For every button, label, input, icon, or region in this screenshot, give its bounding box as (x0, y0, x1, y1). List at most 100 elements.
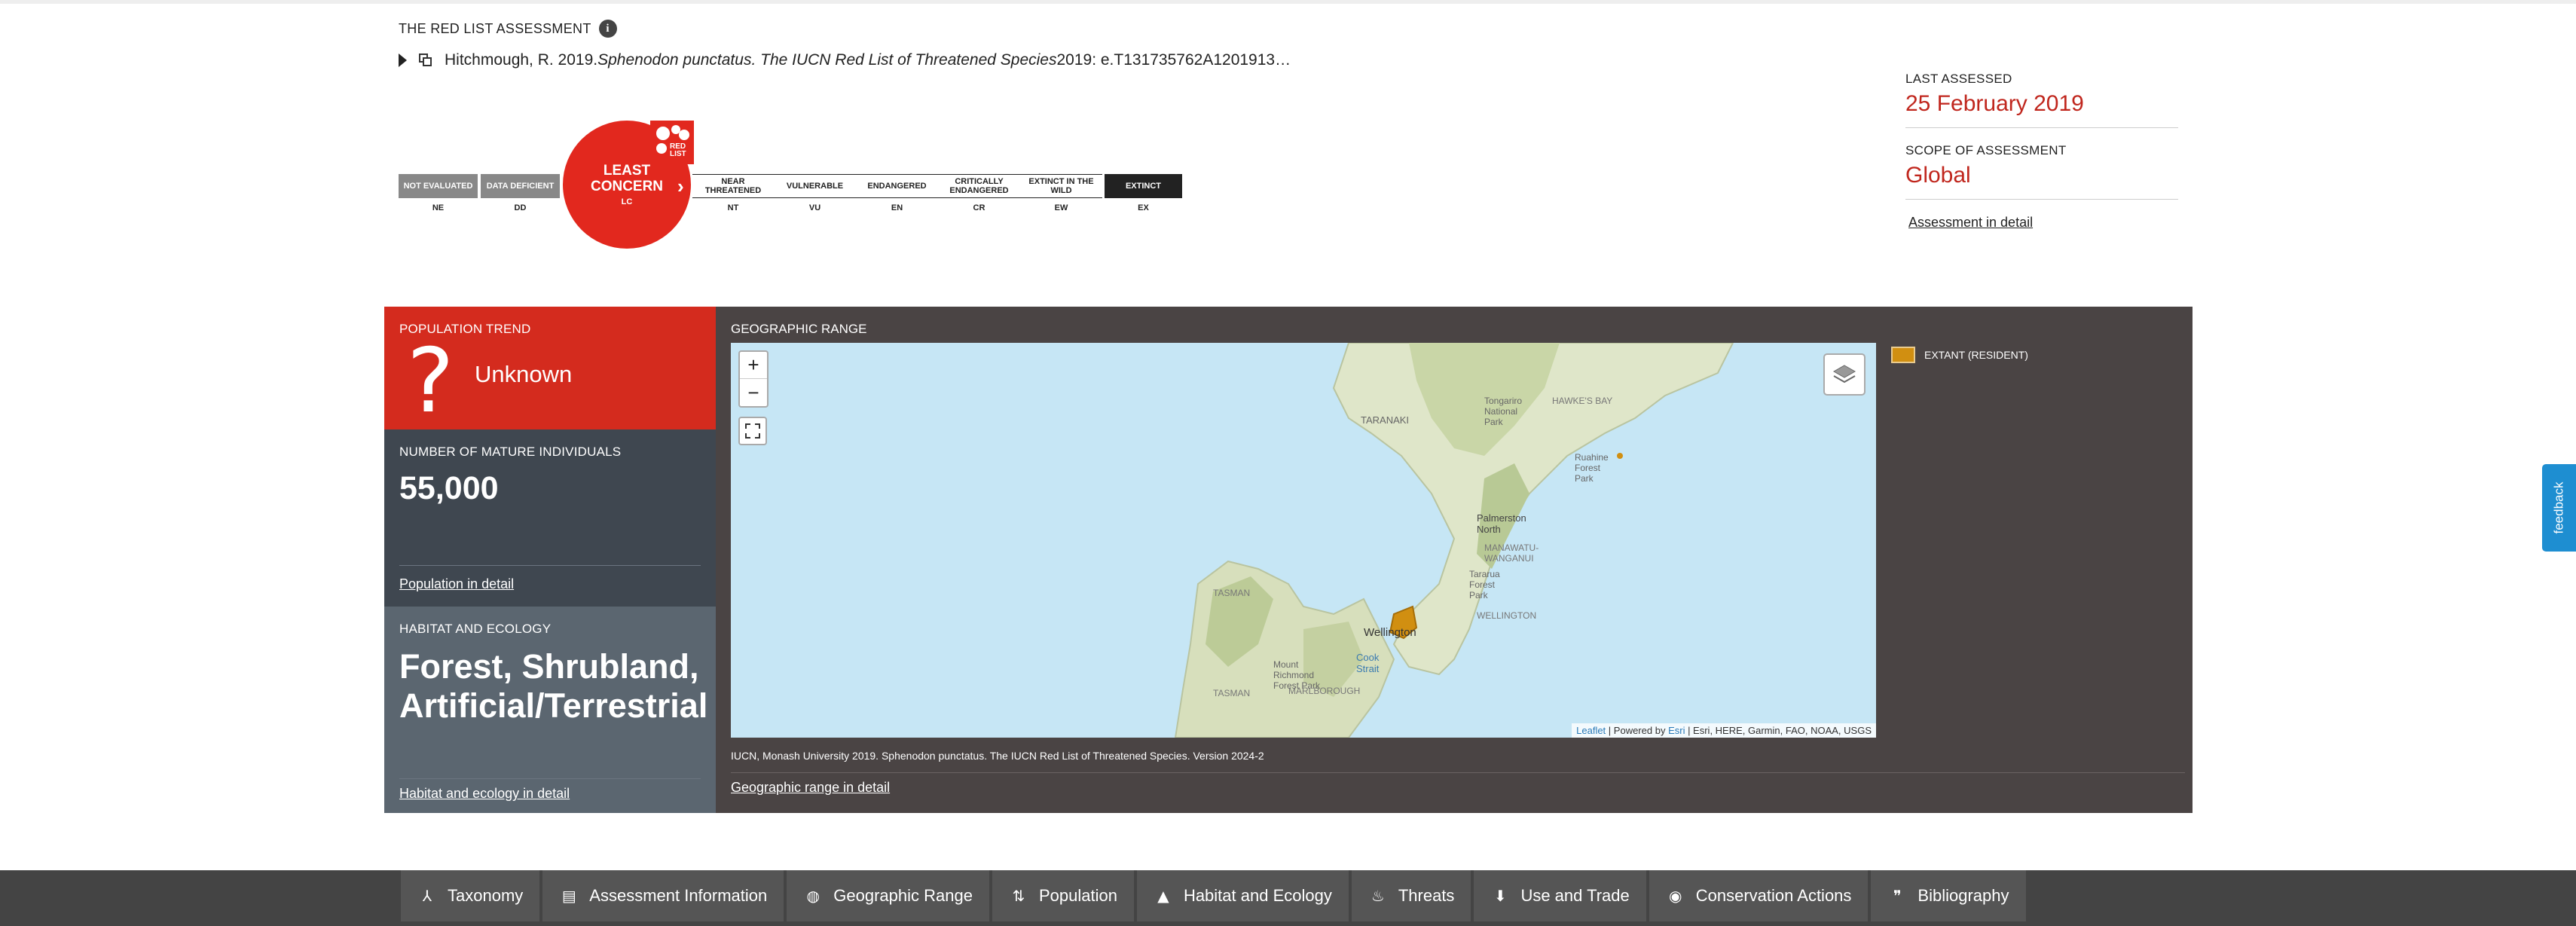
nav-item-conservation-actions[interactable]: ◉ Conservation Actions (1649, 870, 1869, 921)
geographic-range-detail-link[interactable]: Geographic range in detail (731, 780, 890, 796)
question-mark-icon: ? (407, 329, 454, 432)
citation-author: Hitchmough, R. 2019. (445, 51, 598, 69)
summary-panels: POPULATION TREND ? Unknown NUMBER OF MAT… (384, 307, 2193, 813)
top-border (0, 0, 2576, 4)
mature-individuals-panel: NUMBER OF MATURE INDIVIDUALS 55,000 Popu… (384, 429, 716, 607)
info-icon[interactable]: i (598, 20, 617, 38)
place-label: TASMAN (1213, 588, 1251, 598)
layers-button[interactable] (1823, 353, 1866, 396)
panel-divider (399, 778, 701, 779)
population-trend-value: Unknown (475, 361, 573, 387)
category-extinct: EXTINCT (1105, 174, 1182, 198)
nav-item-population[interactable]: ⇅ Population (992, 870, 1134, 921)
category-vulnerable: VULNERABLE (774, 174, 856, 198)
place-label: Tongariro National Park (1484, 396, 1523, 427)
mature-individuals-value: 55,000 (399, 470, 499, 506)
last-assessed-label: LAST ASSESSED (1905, 72, 2012, 86)
assessment-title: THE RED LIST ASSESSMENT i (399, 20, 617, 38)
place-label: Tararua Forest Park (1469, 569, 1500, 601)
esri-link[interactable]: Esri (1668, 725, 1685, 736)
taxonomy-icon: ⅄ (422, 887, 432, 905)
zoom-control: + − (738, 350, 769, 408)
meta-divider (1905, 199, 2178, 200)
code-nt: NT (727, 203, 739, 212)
place-label: Wellington (1364, 626, 1416, 639)
nav-item-habitat-and-ecology[interactable]: ▲ Habitat and Ecology (1136, 870, 1349, 921)
mountain-icon: ▲ (1157, 887, 1169, 905)
category-critically-endangered: CRITICALLY ENDANGERED (938, 174, 1020, 198)
place-label: Cook Strait (1356, 652, 1380, 674)
map-credit: IUCN, Monash University 2019. Sphenodon … (731, 750, 1264, 762)
citation-title: Sphenodon punctatus. The IUCN Red List o… (597, 51, 1057, 69)
citation-ref: 2019: e.T131735762A1201913… (1056, 51, 1291, 69)
section-nav: ⅄ Taxonomy ▤ Assessment Information ◍ Geogr… (0, 870, 2576, 926)
panel-divider (731, 772, 2185, 773)
citation-row: Hitchmough, R. 2019. Sphenodon punctatus… (399, 51, 1291, 69)
clipboard-icon: ▤ (561, 887, 576, 905)
layers-icon (1832, 365, 1856, 384)
place-label: TASMAN (1213, 688, 1251, 698)
meta-divider (1905, 127, 2178, 128)
population-arrows-icon: ⇅ (1012, 887, 1025, 905)
current-category-label: LEAST CONCERN (590, 163, 664, 194)
nav-item-label: Taxonomy (448, 886, 524, 905)
habitat-panel: HABITAT AND ECOLOGY Forest, Shrubland, A… (384, 607, 716, 813)
code-cr: CR (973, 203, 985, 212)
feedback-button[interactable]: feedback (2542, 464, 2576, 552)
panel-divider (399, 565, 701, 566)
scope-label: SCOPE OF ASSESSMENT (1905, 143, 2067, 157)
globe-icon: ◍ (806, 887, 820, 905)
nav-item-label: Threats (1398, 886, 1455, 905)
current-category-code: LC (621, 197, 633, 206)
category-endangered: ENDANGERED (856, 174, 938, 198)
nav-item-label: Bibliography (1917, 886, 2009, 905)
population-detail-link[interactable]: Population in detail (399, 576, 514, 592)
code-vu: VU (808, 203, 821, 212)
place-label: MARLBOROUGH (1288, 686, 1361, 696)
expand-triangle-icon[interactable] (399, 53, 407, 67)
last-assessed-value: 25 February 2019 (1905, 91, 2084, 116)
nav-item-label: Habitat and Ecology (1183, 886, 1332, 905)
zoom-out-button[interactable]: − (740, 379, 767, 406)
nav-item-assessment-information[interactable]: ▤ Assessment Information (542, 870, 784, 921)
red-list-category-scale: NOT EVALUATED NE DATA DEFICIENT DD NEAR … (399, 121, 1182, 249)
quote-icon: ❞ (1893, 887, 1902, 905)
hand-icon: ⬇ (1494, 887, 1507, 905)
code-ne: NE (432, 203, 445, 212)
chevron-right-icon: › (677, 175, 684, 197)
mature-individuals-label: NUMBER OF MATURE INDIVIDUALS (399, 445, 622, 459)
habitat-value: Forest, Shrubland, Artificial/Terrestria… (399, 647, 708, 725)
place-label: MANAWATU-WANGANUI (1484, 542, 1539, 564)
nav-item-threats[interactable]: ♨ Threats (1351, 870, 1471, 921)
code-dd: DD (514, 203, 527, 212)
nav-item-bibliography[interactable]: ❞ Bibliography (1871, 870, 2026, 921)
nav-item-label: Use and Trade (1520, 886, 1630, 905)
copy-icon[interactable] (419, 53, 432, 67)
nav-item-geographic-range[interactable]: ◍ Geographic Range (787, 870, 989, 921)
scope-value: Global (1905, 163, 1971, 188)
assessment-meta: LAST ASSESSED 25 February 2019 SCOPE OF … (1905, 72, 2178, 231)
map-legend: EXTANT (RESIDENT) (1891, 347, 2028, 363)
nav-item-label: Assessment Information (589, 886, 768, 905)
nav-item-taxonomy[interactable]: ⅄ Taxonomy (401, 870, 540, 921)
red-list-logo-text: RED LIST (670, 142, 686, 158)
leaflet-link[interactable]: Leaflet (1576, 725, 1606, 736)
geographic-range-label: GEOGRAPHIC RANGE (731, 322, 867, 336)
legend-swatch (1891, 347, 1915, 363)
category-near-threatened: NEAR THREATENED (692, 174, 774, 198)
nav-item-use-and-trade[interactable]: ⬇ Use and Trade (1474, 870, 1646, 921)
assessment-detail-link[interactable]: Assessment in detail (1908, 215, 2033, 231)
eye-icon: ◉ (1669, 887, 1682, 905)
fullscreen-button[interactable] (738, 417, 767, 445)
assessment-title-text: THE RED LIST ASSESSMENT (399, 20, 591, 36)
feedback-label: feedback (2551, 481, 2566, 534)
habitat-detail-link[interactable]: Habitat and ecology in detail (399, 786, 570, 802)
nav-item-label: Geographic Range (833, 886, 973, 905)
red-list-logo: RED LIST (650, 121, 694, 164)
place-label: Palmerston North (1477, 512, 1526, 535)
range-map[interactable]: TARANAKI Tongariro National Park HAWKE'S… (731, 343, 1876, 738)
zoom-in-button[interactable]: + (740, 352, 767, 379)
nav-item-label: Population (1038, 886, 1117, 905)
category-extinct-in-the-wild: EXTINCT IN THE WILD (1020, 174, 1102, 198)
habitat-label: HABITAT AND ECOLOGY (399, 622, 552, 636)
